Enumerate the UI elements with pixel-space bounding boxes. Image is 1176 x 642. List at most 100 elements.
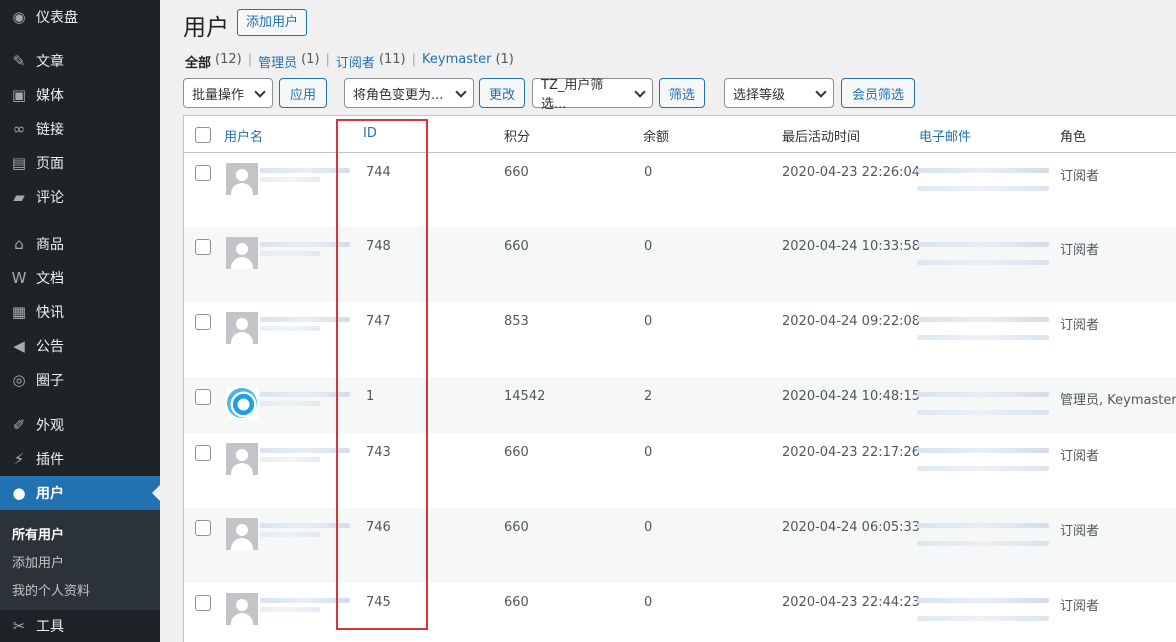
- sidebar-item-media[interactable]: ▣ 媒体: [0, 78, 160, 112]
- sidebar-item-megaphone[interactable]: ◀ 公告: [0, 329, 160, 363]
- row-checkbox[interactable]: [195, 445, 211, 461]
- email-redacted-line: [917, 335, 1049, 340]
- filter-link-1[interactable]: 管理员: [258, 52, 297, 71]
- column-id[interactable]: ID: [363, 126, 377, 141]
- email-redacted[interactable]: [917, 168, 1049, 173]
- plugin-icon: ⚡: [13, 450, 25, 468]
- username-redacted[interactable]: [260, 242, 350, 247]
- cell-last-active: 2020-04-23 22:44:23: [782, 595, 921, 610]
- circle-group-icon: ◎: [12, 371, 26, 389]
- username-redacted[interactable]: [260, 168, 350, 173]
- username-redacted-line: [260, 326, 320, 331]
- filter-count: (1): [495, 52, 514, 67]
- sidebar-item-label: 圈子: [36, 373, 64, 389]
- column-role: 角色: [1060, 130, 1087, 145]
- sidebar-item-comment[interactable]: ▰ 评论: [0, 180, 160, 214]
- filter-button[interactable]: 筛选: [659, 78, 705, 108]
- row-checkbox[interactable]: [195, 595, 211, 611]
- cell-role: 订阅者: [1060, 169, 1100, 184]
- change-role-select[interactable]: 将角色变更为...: [344, 78, 474, 108]
- page-icon: ▤: [11, 154, 27, 172]
- username-redacted[interactable]: [260, 392, 350, 397]
- sidebar-item-label: 评论: [36, 190, 64, 206]
- table-row: 746 660 0 2020-04-24 06:05:33 订阅者: [184, 508, 1176, 583]
- filter-link-2[interactable]: 订阅者: [336, 52, 375, 71]
- sidebar-item-label: 仪表盘: [36, 10, 78, 26]
- cell-last-active: 2020-04-24 10:33:58: [782, 239, 921, 254]
- chevron-down-icon: [254, 86, 266, 98]
- select-level-select[interactable]: 选择等级: [724, 78, 834, 108]
- cell-last-active: 2020-04-23 22:17:26: [782, 445, 921, 460]
- tools-icon: ✂: [12, 617, 26, 635]
- username-redacted[interactable]: [260, 317, 350, 322]
- email-redacted[interactable]: [917, 598, 1049, 603]
- change-role-button[interactable]: 更改: [479, 78, 525, 108]
- table-row: 743 660 0 2020-04-23 22:17:26 订阅者: [184, 433, 1176, 508]
- avatar: [226, 443, 258, 475]
- sidebar-item-news[interactable]: ▦ 快讯: [0, 295, 160, 329]
- row-checkbox[interactable]: [195, 389, 211, 405]
- cell-role: 订阅者: [1060, 449, 1100, 464]
- admin-sidebar: ◉ 仪表盘 ✎ 文章 ▣ 媒体 ∞ 链接 ▤ 页面 ▰ 评论 ⌂ 商品 W 文档 ▦ 快讯 ◀ 公告 ◎ 圈子 ✐ 外观 ⚡ 插件…: [0, 0, 160, 642]
- filter-link-3[interactable]: Keymaster: [422, 52, 491, 71]
- column-email[interactable]: 电子邮件: [919, 126, 971, 145]
- column-username[interactable]: 用户名: [224, 126, 263, 145]
- select-all-checkbox[interactable]: [195, 127, 211, 143]
- user-icon: ●: [12, 484, 26, 502]
- megaphone-icon: ◀: [13, 337, 25, 355]
- row-checkbox[interactable]: [195, 239, 211, 255]
- table-header: 用户名 ID 积分 余额 最后活动时间 电子邮件 角色: [184, 116, 1176, 153]
- cell-points: 660: [504, 239, 529, 254]
- table-row: 745 660 0 2020-04-23 22:44:23 订阅者: [184, 583, 1176, 642]
- sidebar-item-document[interactable]: W 文档: [0, 261, 160, 295]
- cell-balance: 0: [644, 314, 653, 329]
- cell-id: 748: [366, 239, 391, 254]
- cell-balance: 0: [644, 445, 653, 460]
- filter-count: (1): [301, 52, 320, 67]
- sidebar-item-pin[interactable]: ✎ 文章: [0, 44, 160, 78]
- sidebar-item-link[interactable]: ∞ 链接: [0, 112, 160, 146]
- username-redacted-line: [260, 177, 320, 182]
- username-redacted[interactable]: [260, 598, 350, 603]
- filter-count: (11): [378, 52, 406, 67]
- email-redacted[interactable]: [917, 448, 1049, 453]
- row-checkbox[interactable]: [195, 314, 211, 330]
- filter-link-0[interactable]: 全部: [185, 52, 211, 71]
- apply-button[interactable]: 应用: [279, 78, 327, 108]
- table-row: 744 660 0 2020-04-23 22:26:04 订阅者: [184, 153, 1176, 227]
- username-redacted[interactable]: [260, 523, 350, 528]
- submenu-add-user[interactable]: 添加用户: [12, 552, 64, 571]
- username-redacted[interactable]: [260, 448, 350, 453]
- email-redacted[interactable]: [917, 523, 1049, 528]
- sidebar-item-label: 媒体: [36, 88, 64, 104]
- sidebar-item-dashboard[interactable]: ◉ 仪表盘: [0, 0, 160, 34]
- cell-id: 1: [366, 389, 375, 404]
- sidebar-item-label: 文档: [36, 271, 64, 287]
- email-redacted[interactable]: [917, 242, 1049, 247]
- email-redacted[interactable]: [917, 317, 1049, 322]
- sidebar-item-circle-group[interactable]: ◎ 圈子: [0, 363, 160, 397]
- bulk-action-select[interactable]: 批量操作: [183, 78, 273, 108]
- cell-last-active: 2020-04-23 22:26:04: [782, 165, 921, 180]
- row-checkbox[interactable]: [195, 165, 211, 181]
- sidebar-item-tools[interactable]: ✂ 工具: [0, 609, 160, 642]
- chevron-down-icon: [815, 86, 827, 98]
- sidebar-item-store[interactable]: ⌂ 商品: [0, 227, 160, 261]
- submenu-my-profile[interactable]: 我的个人资料: [12, 580, 90, 599]
- sidebar-item-page[interactable]: ▤ 页面: [0, 146, 160, 180]
- member-filter-button[interactable]: 会员筛选: [841, 78, 915, 108]
- sidebar-item-user[interactable]: ● 用户: [0, 476, 160, 510]
- submenu-all-users[interactable]: 所有用户: [12, 524, 64, 543]
- tz-user-filter-select[interactable]: TZ_用户筛选...: [532, 78, 653, 112]
- sidebar-item-plugin[interactable]: ⚡ 插件: [0, 442, 160, 476]
- cell-id: 744: [366, 165, 391, 180]
- avatar-image: [227, 388, 257, 418]
- email-redacted[interactable]: [917, 392, 1049, 397]
- row-checkbox[interactable]: [195, 520, 211, 536]
- sidebar-item-appearance[interactable]: ✐ 外观: [0, 408, 160, 442]
- table-row: 747 853 0 2020-04-24 09:22:08 订阅者: [184, 302, 1176, 377]
- cell-balance: 0: [644, 165, 653, 180]
- username-redacted-line: [260, 607, 320, 612]
- email-redacted-line: [917, 466, 1049, 471]
- add-user-button[interactable]: 添加用户: [237, 9, 308, 36]
